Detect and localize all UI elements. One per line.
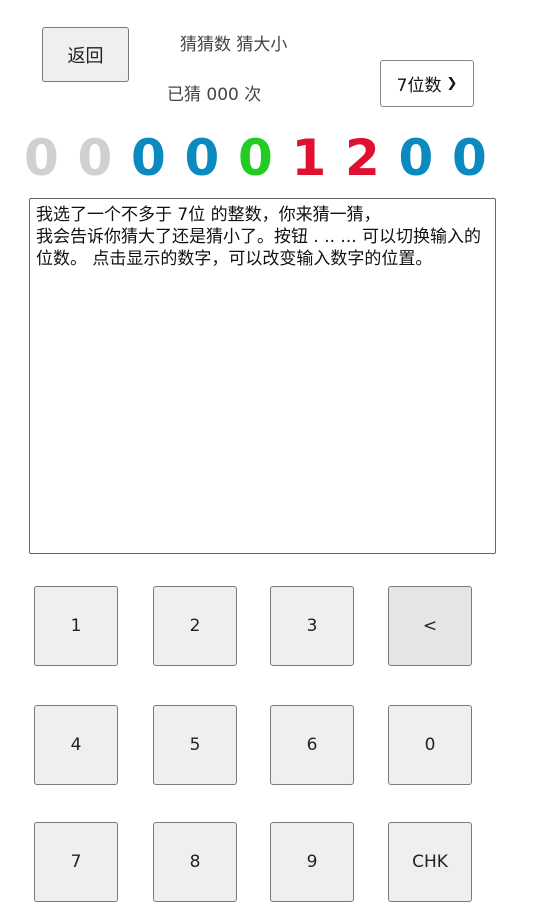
- key-2-button[interactable]: 2: [153, 586, 237, 666]
- check-button[interactable]: CHK: [388, 822, 472, 902]
- digit-count-select[interactable]: 7位数 ❯: [380, 60, 474, 107]
- key-1-button[interactable]: 1: [34, 586, 118, 666]
- key-8-button[interactable]: 8: [153, 822, 237, 902]
- back-button[interactable]: 返回: [42, 27, 129, 82]
- digit-4[interactable]: 0: [185, 128, 220, 188]
- page-title: 猜猜数 猜大小: [180, 35, 288, 55]
- digit-5[interactable]: 0: [238, 128, 273, 188]
- digit-1[interactable]: 0: [24, 128, 59, 188]
- key-0-button[interactable]: 0: [388, 705, 472, 785]
- guess-counter-value: 000: [206, 85, 239, 105]
- digit-6[interactable]: 1: [292, 128, 327, 188]
- key-4-button[interactable]: 4: [34, 705, 118, 785]
- key-6-button[interactable]: 6: [270, 705, 354, 785]
- key-7-button[interactable]: 7: [34, 822, 118, 902]
- key-9-button[interactable]: 9: [270, 822, 354, 902]
- digit-count-value: 7位数: [396, 76, 442, 96]
- backspace-button[interactable]: <: [388, 586, 472, 666]
- key-5-button[interactable]: 5: [153, 705, 237, 785]
- guess-counter-prefix: 已猜: [167, 85, 201, 105]
- guess-counter-suffix: 次: [244, 85, 262, 105]
- digit-8[interactable]: 0: [399, 128, 434, 188]
- digit-9[interactable]: 0: [452, 128, 487, 188]
- digit-display: 000001200: [24, 128, 494, 188]
- key-3-button[interactable]: 3: [270, 586, 354, 666]
- guess-counter: 已猜 000 次: [167, 80, 261, 105]
- digit-2[interactable]: 0: [78, 128, 113, 188]
- message-box: 我选了一个不多于 7位 的整数，你来猜一猜， 我会告诉你猜大了还是猜小了。按钮 …: [29, 198, 496, 554]
- digit-3[interactable]: 0: [131, 128, 166, 188]
- chevron-down-icon: ❯: [446, 76, 458, 91]
- digit-7[interactable]: 2: [345, 128, 380, 188]
